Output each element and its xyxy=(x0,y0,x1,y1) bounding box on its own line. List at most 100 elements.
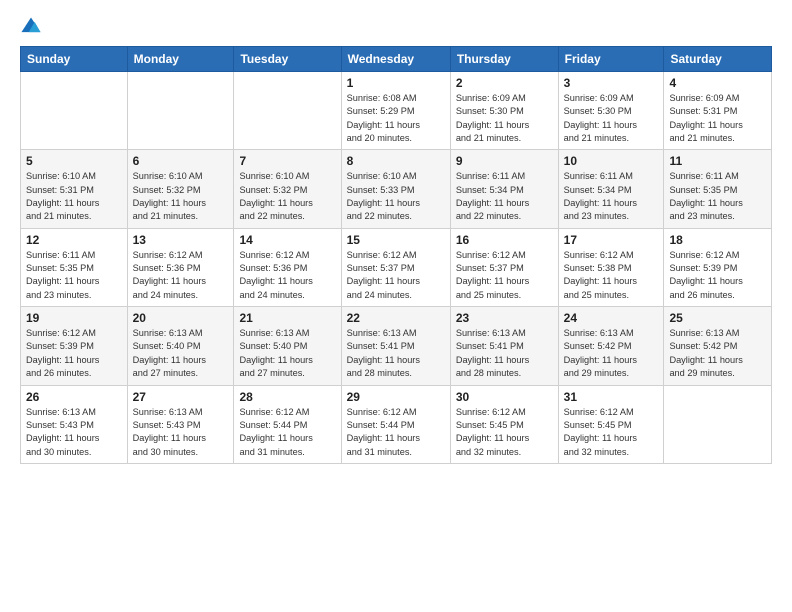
calendar-cell: 8 Sunrise: 6:10 AM Sunset: 5:33 PM Daylig… xyxy=(341,150,450,228)
header-area xyxy=(20,16,772,38)
weekday-monday: Monday xyxy=(127,47,234,72)
calendar-cell: 27 Sunrise: 6:13 AM Sunset: 5:43 PM Dayli… xyxy=(127,385,234,463)
day-number: 30 xyxy=(456,390,553,404)
calendar-cell: 7 Sunrise: 6:10 AM Sunset: 5:32 PM Daylig… xyxy=(234,150,341,228)
calendar-cell xyxy=(21,72,128,150)
day-info: Sunrise: 6:11 AM Sunset: 5:35 PM Dayligh… xyxy=(669,170,766,223)
weekday-sunday: Sunday xyxy=(21,47,128,72)
weekday-friday: Friday xyxy=(558,47,664,72)
calendar-cell: 17 Sunrise: 6:12 AM Sunset: 5:38 PM Dayli… xyxy=(558,228,664,306)
day-number: 25 xyxy=(669,311,766,325)
calendar-cell xyxy=(664,385,772,463)
day-info: Sunrise: 6:12 AM Sunset: 5:37 PM Dayligh… xyxy=(456,249,553,302)
calendar-week-2: 5 Sunrise: 6:10 AM Sunset: 5:31 PM Daylig… xyxy=(21,150,772,228)
day-number: 8 xyxy=(347,154,445,168)
day-number: 31 xyxy=(564,390,659,404)
calendar-cell: 2 Sunrise: 6:09 AM Sunset: 5:30 PM Daylig… xyxy=(450,72,558,150)
day-info: Sunrise: 6:10 AM Sunset: 5:31 PM Dayligh… xyxy=(26,170,122,223)
calendar-week-1: 1 Sunrise: 6:08 AM Sunset: 5:29 PM Daylig… xyxy=(21,72,772,150)
day-info: Sunrise: 6:10 AM Sunset: 5:32 PM Dayligh… xyxy=(239,170,335,223)
day-info: Sunrise: 6:12 AM Sunset: 5:45 PM Dayligh… xyxy=(456,406,553,459)
day-info: Sunrise: 6:12 AM Sunset: 5:36 PM Dayligh… xyxy=(133,249,229,302)
day-number: 14 xyxy=(239,233,335,247)
calendar-cell: 16 Sunrise: 6:12 AM Sunset: 5:37 PM Dayli… xyxy=(450,228,558,306)
calendar-cell xyxy=(234,72,341,150)
calendar-cell xyxy=(127,72,234,150)
day-info: Sunrise: 6:13 AM Sunset: 5:40 PM Dayligh… xyxy=(133,327,229,380)
calendar-cell: 29Sunrise: 6:12 AM Sunset: 5:44 PM Dayli… xyxy=(341,385,450,463)
calendar-cell: 31 Sunrise: 6:12 AM Sunset: 5:45 PM Dayli… xyxy=(558,385,664,463)
day-info: Sunrise: 6:11 AM Sunset: 5:35 PM Dayligh… xyxy=(26,249,122,302)
weekday-header-row: SundayMondayTuesdayWednesdayThursdayFrid… xyxy=(21,47,772,72)
day-number: 2 xyxy=(456,76,553,90)
day-info: Sunrise: 6:12 AM Sunset: 5:44 PM Dayligh… xyxy=(347,406,445,459)
day-info: Sunrise: 6:10 AM Sunset: 5:33 PM Dayligh… xyxy=(347,170,445,223)
calendar-cell: 13 Sunrise: 6:12 AM Sunset: 5:36 PM Dayli… xyxy=(127,228,234,306)
calendar-table: SundayMondayTuesdayWednesdayThursdayFrid… xyxy=(20,46,772,464)
calendar-cell: 6Sunrise: 6:10 AM Sunset: 5:32 PM Daylig… xyxy=(127,150,234,228)
day-info: Sunrise: 6:12 AM Sunset: 5:39 PM Dayligh… xyxy=(26,327,122,380)
day-number: 5 xyxy=(26,154,122,168)
day-info: Sunrise: 6:13 AM Sunset: 5:41 PM Dayligh… xyxy=(456,327,553,380)
calendar-cell: 3Sunrise: 6:09 AM Sunset: 5:30 PM Daylig… xyxy=(558,72,664,150)
day-number: 16 xyxy=(456,233,553,247)
day-info: Sunrise: 6:12 AM Sunset: 5:45 PM Dayligh… xyxy=(564,406,659,459)
calendar-cell: 21Sunrise: 6:13 AM Sunset: 5:40 PM Dayli… xyxy=(234,307,341,385)
day-number: 23 xyxy=(456,311,553,325)
day-info: Sunrise: 6:12 AM Sunset: 5:36 PM Dayligh… xyxy=(239,249,335,302)
day-info: Sunrise: 6:11 AM Sunset: 5:34 PM Dayligh… xyxy=(456,170,553,223)
day-info: Sunrise: 6:13 AM Sunset: 5:43 PM Dayligh… xyxy=(26,406,122,459)
calendar-cell: 11 Sunrise: 6:11 AM Sunset: 5:35 PM Dayli… xyxy=(664,150,772,228)
day-number: 17 xyxy=(564,233,659,247)
day-info: Sunrise: 6:12 AM Sunset: 5:39 PM Dayligh… xyxy=(669,249,766,302)
day-info: Sunrise: 6:12 AM Sunset: 5:44 PM Dayligh… xyxy=(239,406,335,459)
day-info: Sunrise: 6:13 AM Sunset: 5:43 PM Dayligh… xyxy=(133,406,229,459)
day-number: 19 xyxy=(26,311,122,325)
day-number: 10 xyxy=(564,154,659,168)
day-number: 28 xyxy=(239,390,335,404)
day-number: 12 xyxy=(26,233,122,247)
day-number: 6 xyxy=(133,154,229,168)
calendar-week-4: 19 Sunrise: 6:12 AM Sunset: 5:39 PM Dayli… xyxy=(21,307,772,385)
day-number: 27 xyxy=(133,390,229,404)
day-number: 24 xyxy=(564,311,659,325)
calendar-cell: 30 Sunrise: 6:12 AM Sunset: 5:45 PM Dayli… xyxy=(450,385,558,463)
calendar-week-5: 26 Sunrise: 6:13 AM Sunset: 5:43 PM Dayli… xyxy=(21,385,772,463)
calendar-cell: 23 Sunrise: 6:13 AM Sunset: 5:41 PM Dayli… xyxy=(450,307,558,385)
day-number: 26 xyxy=(26,390,122,404)
calendar-cell: 20 Sunrise: 6:13 AM Sunset: 5:40 PM Dayli… xyxy=(127,307,234,385)
day-number: 21 xyxy=(239,311,335,325)
calendar-cell: 1 Sunrise: 6:08 AM Sunset: 5:29 PM Daylig… xyxy=(341,72,450,150)
calendar-cell: 12 Sunrise: 6:11 AM Sunset: 5:35 PM Dayli… xyxy=(21,228,128,306)
day-info: Sunrise: 6:13 AM Sunset: 5:41 PM Dayligh… xyxy=(347,327,445,380)
day-number: 1 xyxy=(347,76,445,90)
day-number: 11 xyxy=(669,154,766,168)
day-number: 7 xyxy=(239,154,335,168)
calendar-cell: 18Sunrise: 6:12 AM Sunset: 5:39 PM Dayli… xyxy=(664,228,772,306)
weekday-wednesday: Wednesday xyxy=(341,47,450,72)
day-info: Sunrise: 6:12 AM Sunset: 5:38 PM Dayligh… xyxy=(564,249,659,302)
calendar-cell: 28 Sunrise: 6:12 AM Sunset: 5:44 PM Dayli… xyxy=(234,385,341,463)
calendar-cell: 25 Sunrise: 6:13 AM Sunset: 5:42 PM Dayli… xyxy=(664,307,772,385)
day-number: 3 xyxy=(564,76,659,90)
day-number: 20 xyxy=(133,311,229,325)
day-info: Sunrise: 6:13 AM Sunset: 5:42 PM Dayligh… xyxy=(669,327,766,380)
day-info: Sunrise: 6:12 AM Sunset: 5:37 PM Dayligh… xyxy=(347,249,445,302)
calendar-cell: 5 Sunrise: 6:10 AM Sunset: 5:31 PM Daylig… xyxy=(21,150,128,228)
calendar-week-3: 12 Sunrise: 6:11 AM Sunset: 5:35 PM Dayli… xyxy=(21,228,772,306)
calendar-cell: 19 Sunrise: 6:12 AM Sunset: 5:39 PM Dayli… xyxy=(21,307,128,385)
calendar-cell: 14 Sunrise: 6:12 AM Sunset: 5:36 PM Dayli… xyxy=(234,228,341,306)
day-number: 9 xyxy=(456,154,553,168)
day-info: Sunrise: 6:13 AM Sunset: 5:42 PM Dayligh… xyxy=(564,327,659,380)
logo-icon xyxy=(20,16,42,38)
weekday-tuesday: Tuesday xyxy=(234,47,341,72)
calendar-cell: 22 Sunrise: 6:13 AM Sunset: 5:41 PM Dayli… xyxy=(341,307,450,385)
calendar-cell: 4Sunrise: 6:09 AM Sunset: 5:31 PM Daylig… xyxy=(664,72,772,150)
day-number: 13 xyxy=(133,233,229,247)
calendar-cell: 24 Sunrise: 6:13 AM Sunset: 5:42 PM Dayli… xyxy=(558,307,664,385)
day-info: Sunrise: 6:08 AM Sunset: 5:29 PM Dayligh… xyxy=(347,92,445,145)
day-info: Sunrise: 6:09 AM Sunset: 5:30 PM Dayligh… xyxy=(456,92,553,145)
day-number: 22 xyxy=(347,311,445,325)
weekday-thursday: Thursday xyxy=(450,47,558,72)
calendar-cell: 26 Sunrise: 6:13 AM Sunset: 5:43 PM Dayli… xyxy=(21,385,128,463)
